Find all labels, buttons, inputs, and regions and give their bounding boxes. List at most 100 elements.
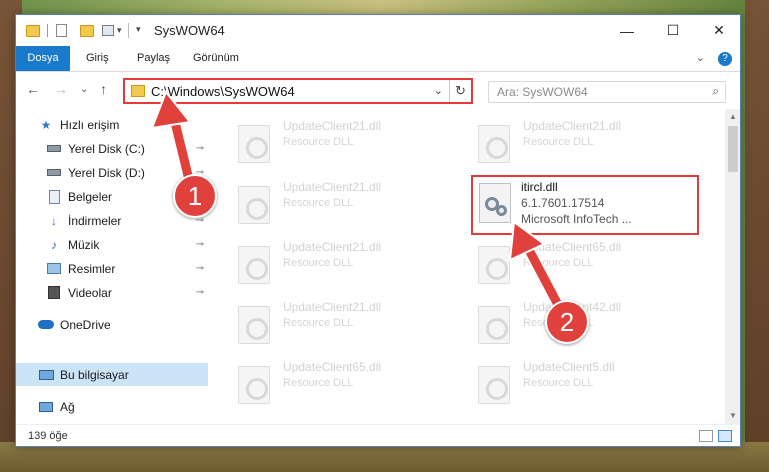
file-list: UpdateClient21.dll Resource DLL UpdateCl… xyxy=(216,109,724,424)
star-icon: ★ xyxy=(40,117,52,132)
computer-icon xyxy=(38,368,54,382)
list-item[interactable]: UpdateClient65.dll Resource DLL xyxy=(478,240,708,290)
back-button[interactable]: ← xyxy=(26,81,40,97)
sidebar-item-label: Ağ xyxy=(60,399,75,414)
ribbon-controls: ⌄ ? xyxy=(696,51,732,66)
scroll-down-icon[interactable]: ▼ xyxy=(729,411,737,420)
sidebar-item-network[interactable]: Ağ xyxy=(16,395,208,418)
sidebar-item-label: Bu bilgisayar xyxy=(60,367,129,382)
sidebar-item-pictures[interactable]: Resimler ⊸ xyxy=(16,257,208,280)
file-type: Resource DLL xyxy=(283,317,354,329)
maximize-button[interactable]: ☐ xyxy=(650,15,696,46)
dropdown-icon[interactable]: ▾ xyxy=(136,24,141,40)
file-name: UpdateClient21.dll xyxy=(283,300,382,314)
address-path[interactable]: C:\Windows\SysWOW64 xyxy=(151,84,295,99)
highlighted-file-item[interactable]: itircl.dll 6.1.7601.17514 Microsoft Info… xyxy=(471,175,699,235)
file-name: UpdateClient65.dll xyxy=(523,240,622,254)
video-icon xyxy=(46,286,62,300)
list-item[interactable]: UpdateClient21.dll Resource DLL xyxy=(238,300,468,350)
file-name: UpdateClient21.dll xyxy=(283,180,382,194)
folder-icon xyxy=(131,85,145,97)
drive-icon xyxy=(46,166,62,180)
chevron-down-icon[interactable]: ▾ xyxy=(117,25,122,41)
sidebar-item-onedrive[interactable]: OneDrive xyxy=(16,313,208,336)
sidebar-item-label: Yerel Disk (D:) xyxy=(68,165,145,180)
list-item[interactable]: UpdateClient5.dll Resource DLL xyxy=(478,360,708,410)
tab-giris[interactable]: Giriş xyxy=(74,46,121,71)
separator xyxy=(47,24,48,37)
vertical-scrollbar[interactable]: ▲ ▼ xyxy=(725,109,740,424)
file-description: Microsoft InfoTech ... xyxy=(521,212,632,226)
pictures-icon xyxy=(46,262,62,276)
customize-toolbar-icon[interactable] xyxy=(102,25,114,36)
dll-file-icon xyxy=(238,366,270,404)
search-icon[interactable]: ⌕ xyxy=(712,84,719,99)
chevron-down-icon[interactable]: ⌄ xyxy=(434,84,443,97)
scroll-up-icon[interactable]: ▲ xyxy=(729,112,737,121)
dll-file-icon xyxy=(238,246,270,284)
sidebar-item-this-pc[interactable]: Bu bilgisayar xyxy=(16,363,208,386)
cloud-icon xyxy=(38,318,54,332)
sidebar-item-videos[interactable]: Videolar ⊸ xyxy=(16,281,208,304)
help-icon[interactable]: ? xyxy=(718,52,732,66)
file-type: Resource DLL xyxy=(523,257,594,269)
list-item[interactable]: UpdateClient42.dll Resource DLL xyxy=(478,300,708,350)
list-item[interactable]: UpdateClient65.dll Resource DLL xyxy=(238,360,468,410)
item-count: 139 öğe xyxy=(28,430,68,442)
search-placeholder: Ara: SysWOW64 xyxy=(497,85,588,99)
sidebar-item-quick-access[interactable]: ★ Hızlı erişim xyxy=(16,113,208,136)
dll-file-icon xyxy=(478,125,510,163)
details-view-icon[interactable] xyxy=(699,430,713,442)
sidebar-item-downloads[interactable]: ↓ İndirmeler ⊸ xyxy=(16,209,208,232)
file-name: UpdateClient21.dll xyxy=(523,119,622,133)
dll-file-icon xyxy=(478,246,510,284)
file-name: itircl.dll xyxy=(521,180,558,194)
sidebar-item-label: Yerel Disk (C:) xyxy=(68,141,145,156)
dll-file-icon xyxy=(478,366,510,404)
dll-file-icon xyxy=(479,183,511,223)
close-button[interactable]: ✕ xyxy=(696,15,740,46)
separator xyxy=(128,23,129,38)
gear-icon xyxy=(496,205,507,216)
file-type: Resource DLL xyxy=(523,136,594,148)
network-icon xyxy=(38,400,54,414)
sidebar-item-label: OneDrive xyxy=(60,317,111,332)
tab-paylas[interactable]: Paylaş xyxy=(125,46,182,71)
refresh-button[interactable]: ↻ xyxy=(449,80,471,102)
sidebar-item-music[interactable]: ♪ Müzik ⊸ xyxy=(16,233,208,256)
list-item[interactable]: UpdateClient21.dll Resource DLL xyxy=(238,180,468,230)
up-button[interactable]: ↑ xyxy=(100,81,107,97)
large-icons-view-icon[interactable] xyxy=(718,430,732,442)
tab-dosya[interactable]: Dosya xyxy=(16,46,70,71)
pin-icon: ⊸ xyxy=(195,263,204,274)
sidebar-item-label: Belgeler xyxy=(68,189,113,204)
file-type: Resource DLL xyxy=(283,197,354,209)
sidebar-item-label: Hızlı erişim xyxy=(60,117,120,132)
list-item[interactable]: UpdateClient21.dll Resource DLL xyxy=(238,240,468,290)
file-type: Resource DLL xyxy=(283,377,354,389)
minimize-button[interactable]: — xyxy=(604,15,650,46)
search-input[interactable]: Ara: SysWOW64 ⌕ xyxy=(488,81,726,103)
sidebar-item-local-disk-c[interactable]: Yerel Disk (C:) ⊸ xyxy=(16,137,208,160)
ribbon-tabs: Dosya Giriş Paylaş Görünüm ⌄ ? xyxy=(16,46,740,72)
sidebar-item-label: İndirmeler xyxy=(68,213,122,228)
address-row: ← → ⌄ ↑ C:\Windows\SysWOW64 ⌄ ↻ Ara: Sys… xyxy=(16,73,740,109)
tab-gorunum[interactable]: Görünüm xyxy=(181,46,251,71)
forward-button[interactable]: → xyxy=(54,81,68,97)
file-type: Resource DLL xyxy=(523,377,594,389)
navigation-pane: ★ Hızlı erişim Yerel Disk (C:) ⊸ Yerel D… xyxy=(16,109,208,419)
list-item[interactable]: UpdateClient21.dll Resource DLL xyxy=(238,119,468,169)
list-item[interactable]: UpdateClient21.dll Resource DLL xyxy=(478,119,708,169)
properties-icon[interactable] xyxy=(56,24,67,37)
expand-ribbon-icon[interactable]: ⌄ xyxy=(696,52,705,64)
download-icon: ↓ xyxy=(51,213,57,228)
title-bar: ▾ ▾ SysWOW64 — ☐ ✕ xyxy=(16,15,740,46)
window-title: SysWOW64 xyxy=(154,23,225,38)
dll-file-icon xyxy=(478,306,510,344)
new-folder-icon[interactable] xyxy=(80,25,94,37)
address-bar[interactable]: C:\Windows\SysWOW64 ⌄ ↻ xyxy=(123,78,473,104)
step-badge-2: 2 xyxy=(545,300,589,344)
scrollbar-thumb[interactable] xyxy=(728,126,738,172)
file-type: Resource DLL xyxy=(283,257,354,269)
recent-locations-button[interactable]: ⌄ xyxy=(80,84,88,95)
